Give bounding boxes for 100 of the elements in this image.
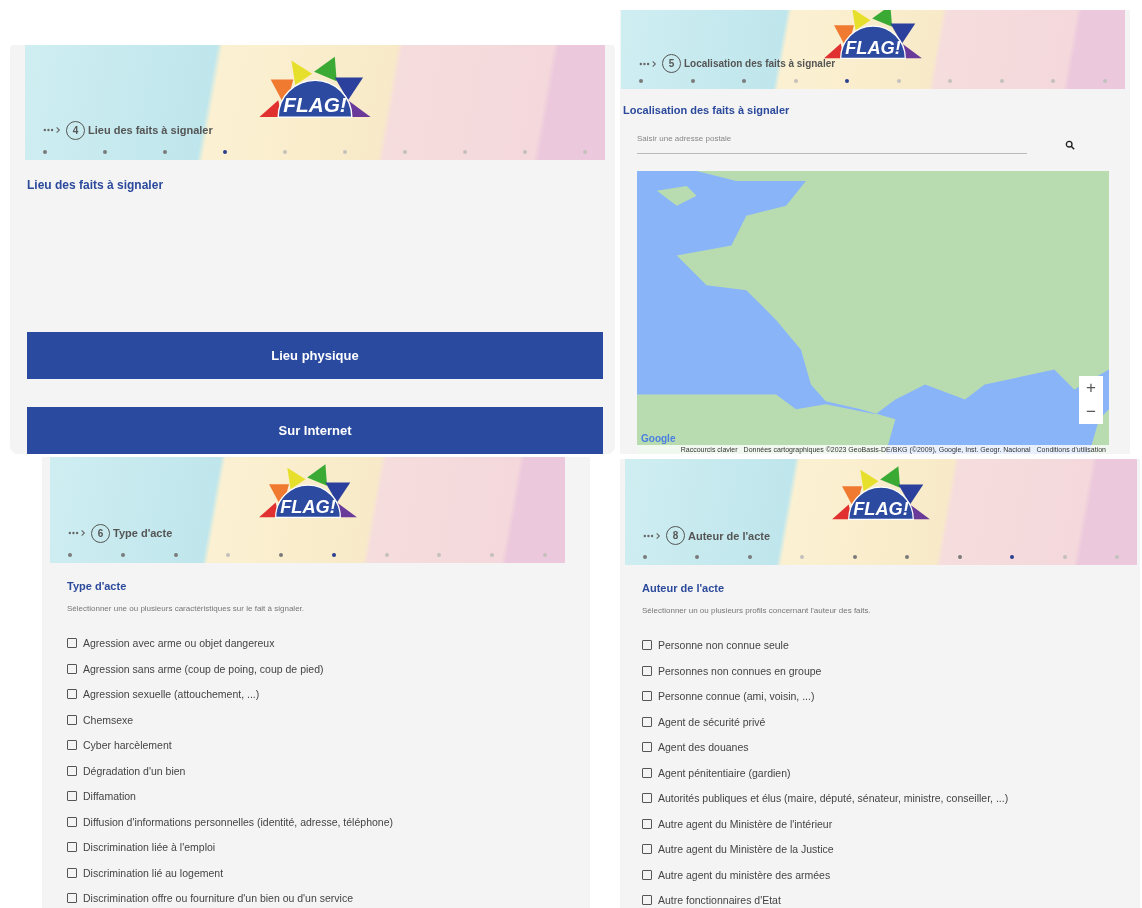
option-label: Autre fonctionnaires d'Etat xyxy=(658,894,781,907)
step-title: Localisation des faits à signaler xyxy=(684,58,836,70)
progress-dot[interactable] xyxy=(43,149,47,154)
checkbox[interactable] xyxy=(642,767,652,778)
progress-dot[interactable] xyxy=(905,555,910,560)
option-label: Autre agent du Ministère de la Justice xyxy=(658,843,834,856)
checkbox[interactable] xyxy=(642,665,652,676)
flag-logo: FLAG! xyxy=(253,53,377,119)
checkbox[interactable] xyxy=(642,844,652,855)
ellipsis-chevron-icon xyxy=(43,126,63,135)
checkbox[interactable] xyxy=(67,689,77,700)
search-icon[interactable] xyxy=(1065,140,1075,151)
ellipsis-chevron-icon xyxy=(68,529,88,538)
option-label: Agression sexuelle (attouchement, ...) xyxy=(83,688,260,701)
option-label: Autre agent du Ministère de l'intérieur xyxy=(658,817,833,830)
progress-dot[interactable] xyxy=(331,552,336,557)
progress-dot[interactable] xyxy=(800,555,805,560)
progress-dot[interactable] xyxy=(747,555,752,560)
option-label: Diffusion d'informations personnelles (identité, adresse, téléphone) xyxy=(83,815,393,828)
checkbox[interactable] xyxy=(642,716,652,727)
progress-dot[interactable] xyxy=(845,79,850,84)
checkbox[interactable] xyxy=(642,895,652,906)
option-label: Personne connue (ami, voisin, ...) xyxy=(658,690,815,703)
progress-dot[interactable] xyxy=(103,149,107,154)
checkbox[interactable] xyxy=(642,691,652,702)
progress-dot[interactable] xyxy=(948,79,953,84)
progress-dot[interactable] xyxy=(226,552,231,557)
option-label: Personne non connue seule xyxy=(658,639,789,652)
progress-dot[interactable] xyxy=(542,552,547,557)
checkbox[interactable] xyxy=(642,793,652,804)
option-label: Discrimination lié au logement xyxy=(83,866,224,879)
progress-dot[interactable] xyxy=(173,552,178,557)
progress-dot[interactable] xyxy=(793,79,798,84)
option-label: Dégradation d'un bien xyxy=(83,764,186,777)
progress-dot[interactable] xyxy=(437,552,442,557)
checkbox[interactable] xyxy=(642,742,652,753)
checkbox[interactable] xyxy=(67,791,77,802)
checkbox[interactable] xyxy=(67,842,77,853)
progress-dot[interactable] xyxy=(523,149,527,154)
section-heading: Localisation des faits à signaler xyxy=(623,104,791,117)
checkbox[interactable] xyxy=(67,867,77,878)
address-field[interactable]: Saisir une adresse postale xyxy=(637,134,1027,155)
progress-dot[interactable] xyxy=(583,149,587,154)
progress-dot[interactable] xyxy=(742,79,747,84)
progress-dot[interactable] xyxy=(490,552,495,557)
ellipsis-chevron-icon xyxy=(643,531,663,540)
option-label: Agent pénitentiaire (gardien) xyxy=(658,766,791,779)
map-provider-logo: Google xyxy=(640,433,677,446)
progress-dot[interactable] xyxy=(279,552,284,557)
progress-dot[interactable] xyxy=(163,149,167,154)
option-label: Agent de sécurité privé xyxy=(658,715,766,728)
progress-dot[interactable] xyxy=(896,79,901,84)
progress-dot[interactable] xyxy=(1102,79,1107,84)
progress-dot[interactable] xyxy=(690,79,695,84)
progress-dot[interactable] xyxy=(384,552,389,557)
progress-dot[interactable] xyxy=(283,149,287,154)
progress-dot[interactable] xyxy=(999,79,1004,84)
ellipsis-chevron-icon xyxy=(639,59,659,68)
step-title: Type d'acte xyxy=(113,527,173,540)
step-title: Auteur de l'acte xyxy=(688,529,771,542)
option-label: Chemsexe xyxy=(83,713,134,726)
progress-dot[interactable] xyxy=(957,555,962,560)
option-label: Agent des douanes xyxy=(658,741,749,754)
checkbox[interactable] xyxy=(67,816,77,827)
checkbox[interactable] xyxy=(67,893,77,904)
progress-dot[interactable] xyxy=(639,79,643,84)
progress-dot[interactable] xyxy=(643,555,647,560)
progress-dot[interactable] xyxy=(343,149,347,154)
progress-dot[interactable] xyxy=(1051,79,1056,84)
section-heading: Auteur de l'acte xyxy=(641,582,726,595)
progress-dot[interactable] xyxy=(852,555,857,560)
instruction-text: Sélectionner un ou plusieurs profils concernant l'auteur des faits. xyxy=(642,606,872,616)
instruction-text: Sélectionner une ou plusieurs caractéristiques sur le fait à signaler. xyxy=(67,603,306,613)
checkbox[interactable] xyxy=(67,714,77,725)
progress-dot[interactable] xyxy=(1114,555,1119,560)
progress-dot[interactable] xyxy=(120,552,125,557)
flag-logo: FLAG! xyxy=(826,463,936,522)
progress-dot[interactable] xyxy=(68,552,72,557)
option-label: Agression sans arme (coup de poing, coup de pied) xyxy=(83,662,324,675)
option-label: Autre agent du ministère des armées xyxy=(658,868,831,881)
checkbox[interactable] xyxy=(67,765,77,776)
checkbox[interactable] xyxy=(642,869,652,880)
choice-button[interactable]: Lieu physique xyxy=(27,331,603,379)
progress-dot[interactable] xyxy=(1010,555,1015,560)
progress-dot[interactable] xyxy=(223,149,227,154)
checkbox[interactable] xyxy=(642,818,652,829)
option-label: Cyber harcèlement xyxy=(83,739,172,752)
checkbox[interactable] xyxy=(67,638,77,649)
progress-dot[interactable] xyxy=(463,149,467,154)
checkbox[interactable] xyxy=(642,640,652,651)
choice-button[interactable]: Sur Internet xyxy=(27,406,603,454)
checkbox[interactable] xyxy=(67,663,77,674)
option-label: Discrimination liée à l'emploi xyxy=(83,841,216,854)
progress-dot[interactable] xyxy=(695,555,700,560)
progress-dot[interactable] xyxy=(403,149,407,154)
option-label: Autorités publiques et élus (maire, député, sénateur, ministre, conseiller, ...) xyxy=(658,792,1009,805)
flag-logo: FLAG! xyxy=(252,460,363,519)
checkbox[interactable] xyxy=(67,740,77,751)
option-label: Discrimination offre ou fourniture d'un bien ou d'un service xyxy=(83,892,353,905)
progress-dot[interactable] xyxy=(1062,555,1067,560)
